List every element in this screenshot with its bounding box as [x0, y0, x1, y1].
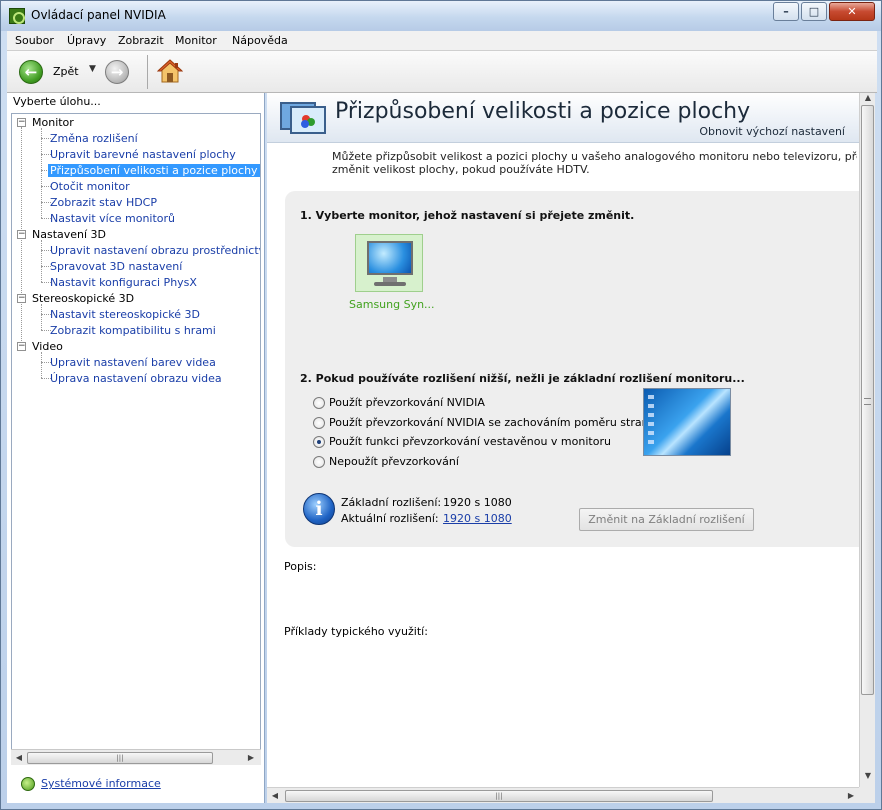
- radio-button-selected[interactable]: [313, 436, 325, 448]
- expander-monitor[interactable]: −: [17, 118, 26, 127]
- scroll-down-arrow-icon[interactable]: ▼: [862, 771, 874, 783]
- content-horizontal-scrollbar[interactable]: ◀ ||| ▶: [267, 787, 859, 803]
- native-resolution-label: Základní rozlišení:: [341, 496, 442, 509]
- radio-label[interactable]: Použít převzorkování NVIDIA se zachování…: [329, 416, 649, 429]
- task-setup-multiple-displays[interactable]: Nastavit více monitorů: [50, 212, 175, 225]
- category-stereoscopic-3d[interactable]: Stereoskopické 3D: [32, 292, 134, 305]
- task-adjust-image-settings-preview[interactable]: Upravit nastavení obrazu prostřednictvím…: [50, 244, 260, 257]
- task-rotate-display[interactable]: Otočit monitor: [50, 180, 130, 193]
- tree-line: [21, 127, 22, 351]
- restore-defaults-link[interactable]: Obnovit výchozí nastavení: [699, 125, 845, 138]
- minimize-button[interactable]: –: [773, 2, 799, 21]
- task-change-resolution[interactable]: Změna rozlišení: [50, 132, 138, 145]
- task-manage-3d-settings[interactable]: Spravovat 3D nastavení: [50, 260, 182, 273]
- menu-upravy[interactable]: Úpravy: [67, 34, 106, 47]
- back-history-dropdown-icon[interactable]: ▼: [89, 64, 96, 74]
- description-line-2: změnit velikost plochy, pokud používáte …: [332, 163, 590, 176]
- current-resolution-label: Aktuální rozlišení:: [341, 512, 439, 525]
- task-view-hdcp-status[interactable]: Zobrazit stav HDCP: [50, 196, 157, 209]
- radio-button[interactable]: [313, 397, 325, 409]
- usage-examples-label: Příklady typického využití:: [284, 625, 428, 638]
- settings-card: 1. Vyberte monitor, jehož nastavení si p…: [285, 191, 875, 547]
- scroll-left-arrow-icon[interactable]: ◀: [13, 752, 25, 764]
- tree-line: [41, 240, 42, 282]
- radio-label[interactable]: Použít funkci převzorkování vestavěnou v…: [329, 435, 611, 448]
- monitor-base: [374, 282, 406, 286]
- radio-label[interactable]: Použít převzorkování NVIDIA: [329, 396, 485, 409]
- section-scaling-title: 2. Pokud používáte rozlišení nižší, nežl…: [300, 372, 745, 385]
- close-button[interactable]: ✕: [829, 2, 875, 21]
- menu-soubor[interactable]: Soubor: [15, 34, 54, 47]
- task-setup-stereoscopic-3d[interactable]: Nastavit stereoskopické 3D: [50, 308, 200, 321]
- back-button-label[interactable]: Zpět: [53, 65, 79, 78]
- scaling-preview-image: [643, 388, 731, 456]
- scroll-right-arrow-icon[interactable]: ▶: [845, 790, 857, 802]
- home-icon[interactable]: [157, 58, 183, 84]
- preview-desktop-icons: [648, 395, 654, 449]
- page-title: Přizpůsobení velikosti a pozice plochy: [335, 99, 751, 124]
- description-line-1: Můžete přizpůsobit velikost a pozici plo…: [332, 150, 857, 163]
- content-vertical-scrollbar[interactable]: ▲ ▼: [859, 93, 875, 787]
- task-tree-horizontal-scrollbar[interactable]: ◀ ||| ▶: [11, 749, 261, 765]
- toolbar-separator: [147, 55, 148, 89]
- native-resolution-value: 1920 s 1080: [443, 496, 512, 509]
- task-pane-header: Vyberte úlohu...: [13, 95, 101, 108]
- content-pane: Přizpůsobení velikosti a pozice plochy O…: [267, 93, 875, 803]
- task-view-game-compatibility[interactable]: Zobrazit kompatibilitu s hrami: [50, 324, 216, 337]
- scrollbar-thumb[interactable]: |||: [27, 752, 213, 764]
- monitor-name-label[interactable]: Samsung Syn...: [349, 298, 435, 311]
- radio-label[interactable]: Nepoužít převzorkování: [329, 455, 459, 468]
- tree-line: [41, 128, 42, 218]
- scroll-up-arrow-icon[interactable]: ▲: [862, 93, 874, 105]
- monitor-icon: [367, 241, 413, 275]
- section-select-monitor-title: 1. Vyberte monitor, jehož nastavení si p…: [300, 209, 635, 222]
- expander-3d-settings[interactable]: −: [17, 230, 26, 239]
- current-resolution-link[interactable]: 1920 s 1080: [443, 512, 512, 525]
- nvidia-control-panel-window: Ovládací panel NVIDIA – □ ✕ Soubor Úprav…: [0, 0, 882, 810]
- nvidia-app-icon: [9, 8, 25, 24]
- toolbar: ← Zpět ▼ →: [7, 51, 877, 93]
- expander-stereoscopic-3d[interactable]: −: [17, 294, 26, 303]
- system-info-icon: [21, 777, 35, 791]
- category-video[interactable]: Video: [32, 340, 63, 353]
- menu-monitor[interactable]: Monitor: [175, 34, 217, 47]
- task-tree: − Monitor Změna rozlišení Upravit barevn…: [11, 113, 261, 765]
- forward-arrow-icon[interactable]: →: [105, 60, 129, 84]
- task-pane: Vyberte úlohu... − Monitor Změna rozliše…: [7, 93, 265, 803]
- change-to-native-resolution-button[interactable]: Změnit na Základní rozlišení: [579, 508, 754, 531]
- category-monitor[interactable]: Monitor: [32, 116, 74, 129]
- desktop-size-position-icon: [280, 102, 326, 134]
- menu-bar: Soubor Úpravy Zobrazit Monitor Nápověda: [7, 31, 877, 51]
- description-label: Popis:: [284, 560, 317, 573]
- maximize-button[interactable]: □: [801, 2, 827, 21]
- system-information-link[interactable]: Systémové informace: [41, 777, 161, 790]
- scroll-right-arrow-icon[interactable]: ▶: [245, 752, 257, 764]
- task-adjust-desktop-size-position[interactable]: Přizpůsobení velikosti a pozice plochy: [48, 164, 260, 177]
- category-3d-settings[interactable]: Nastavení 3D: [32, 228, 106, 241]
- page-banner: Přizpůsobení velikosti a pozice plochy O…: [267, 93, 859, 143]
- menu-zobrazit[interactable]: Zobrazit: [118, 34, 164, 47]
- back-arrow-icon[interactable]: ←: [19, 60, 43, 84]
- title-bar[interactable]: Ovládací panel NVIDIA – □ ✕: [1, 1, 881, 31]
- scrollbar-thumb[interactable]: |||: [285, 790, 713, 802]
- monitor-selector-tile[interactable]: [355, 234, 423, 292]
- page-description: Můžete přizpůsobit velikost a pozici plo…: [332, 150, 857, 176]
- task-adjust-video-color[interactable]: Upravit nastavení barev videa: [50, 356, 216, 369]
- task-configure-physx[interactable]: Nastavit konfiguraci PhysX: [50, 276, 197, 289]
- scrollbar-grip: [864, 398, 871, 405]
- menu-napoveda[interactable]: Nápověda: [232, 34, 288, 47]
- info-icon: i: [303, 493, 335, 525]
- window-title: Ovládací panel NVIDIA: [31, 8, 166, 22]
- scrollbar-corner: [859, 787, 875, 803]
- tree-line: [41, 304, 42, 330]
- expander-video[interactable]: −: [17, 342, 26, 351]
- task-adjust-desktop-color[interactable]: Upravit barevné nastavení plochy: [50, 148, 236, 161]
- task-adjust-video-image[interactable]: Úprava nastavení obrazu videa: [50, 372, 222, 385]
- radio-button[interactable]: [313, 456, 325, 468]
- scrollbar-thumb[interactable]: [861, 105, 874, 695]
- scroll-left-arrow-icon[interactable]: ◀: [269, 790, 281, 802]
- radio-button[interactable]: [313, 417, 325, 429]
- tree-line: [41, 352, 42, 378]
